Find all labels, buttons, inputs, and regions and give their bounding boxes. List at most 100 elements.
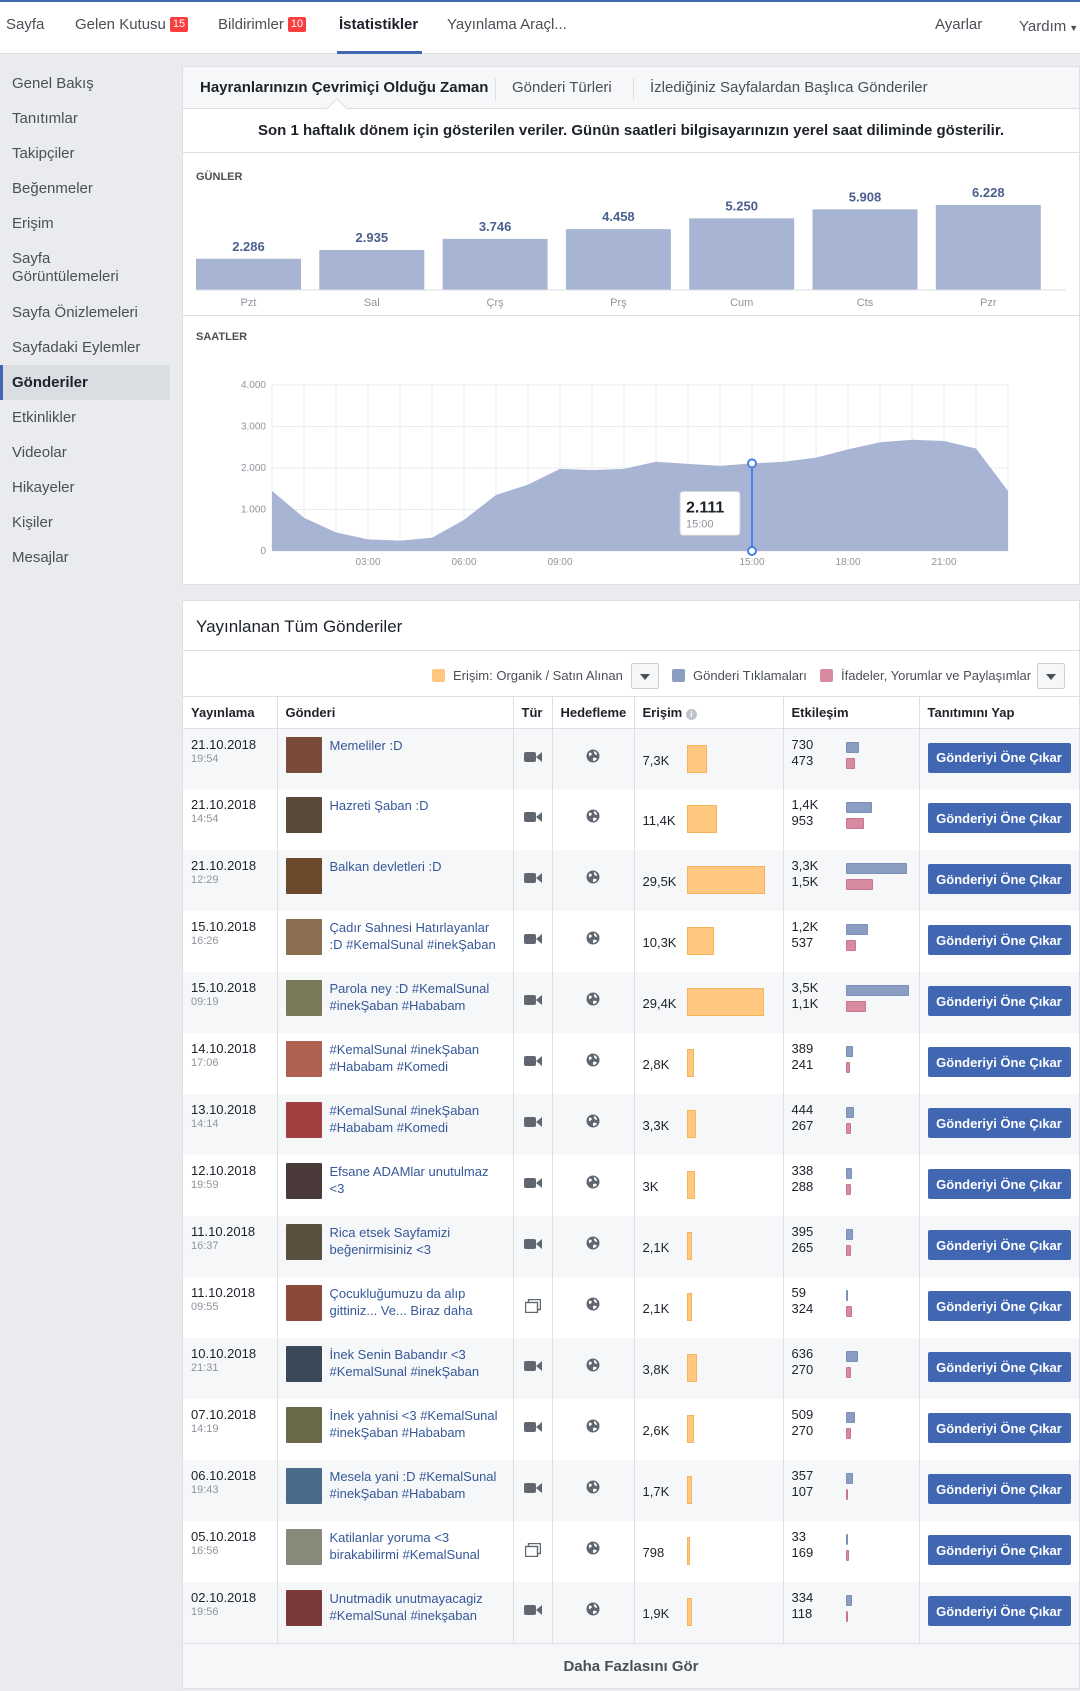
- boost-post-button[interactable]: Gönderiyi Öne Çıkar: [927, 1413, 1071, 1443]
- col-promote[interactable]: Tanıtımını Yap: [919, 697, 1079, 729]
- boost-post-button[interactable]: Gönderiyi Öne Çıkar: [927, 803, 1071, 833]
- table-row[interactable]: 10.10.2018 21:31 İnek Senin Babandır <3 #K…: [183, 1338, 1079, 1399]
- reach-dropdown[interactable]: [631, 663, 659, 689]
- col-type[interactable]: Tür: [513, 697, 553, 729]
- sidebar-item-reach[interactable]: Erişim: [0, 206, 170, 241]
- post-thumbnail[interactable]: [285, 980, 322, 1016]
- table-row[interactable]: 11.10.2018 09:55 Çocukluğumuzu da alıp git…: [183, 1277, 1079, 1338]
- boost-post-button[interactable]: Gönderiyi Öne Çıkar: [927, 1535, 1071, 1565]
- see-more-button[interactable]: Daha Fazlasını Gör: [183, 1643, 1079, 1688]
- col-reach[interactable]: Erişim i: [634, 697, 784, 729]
- day-bar[interactable]: [196, 258, 301, 290]
- boost-post-button[interactable]: Gönderiyi Öne Çıkar: [927, 925, 1071, 955]
- post-thumbnail[interactable]: [285, 1224, 322, 1260]
- post-cell[interactable]: Mesela yani :D #KemalSunal #inekŞaban #H…: [277, 1460, 514, 1521]
- boost-post-button[interactable]: Gönderiyi Öne Çıkar: [927, 1169, 1071, 1199]
- day-bar[interactable]: [935, 205, 1041, 290]
- sidebar-item-messages[interactable]: Mesajlar: [0, 540, 170, 575]
- boost-post-button[interactable]: Gönderiyi Öne Çıkar: [927, 1047, 1071, 1077]
- tab-fans-online[interactable]: Hayranlarınızın Çevrimiçi Olduğu Zaman: [200, 79, 488, 96]
- boost-post-button[interactable]: Gönderiyi Öne Çıkar: [927, 742, 1071, 773]
- post-thumbnail[interactable]: [285, 1346, 322, 1382]
- sidebar-item-stories[interactable]: Hikayeler: [0, 470, 170, 505]
- boost-post-button[interactable]: Gönderiyi Öne Çıkar: [927, 1596, 1071, 1626]
- post-cell[interactable]: Çocukluğumuzu da alıp gittiniz... Ve... …: [277, 1277, 514, 1338]
- table-row[interactable]: 21.10.2018 19:54 Memeliler :D 7,3K 730 473 Gön…: [183, 728, 1079, 789]
- nav-settings[interactable]: Ayarlar: [935, 16, 982, 33]
- sidebar-item-likes[interactable]: Beğenmeler: [0, 171, 170, 206]
- post-thumbnail[interactable]: [285, 1590, 322, 1626]
- post-thumbnail[interactable]: [285, 736, 322, 773]
- day-bar[interactable]: [812, 209, 918, 290]
- boost-post-button[interactable]: Gönderiyi Öne Çıkar: [927, 1291, 1071, 1321]
- post-cell[interactable]: İnek yahnisi <3 #KemalSunal #inekŞaban #…: [277, 1399, 514, 1460]
- table-row[interactable]: 13.10.2018 14:14 #KemalSunal #inekŞaban #H…: [183, 1094, 1079, 1155]
- day-bar[interactable]: [442, 238, 548, 290]
- table-row[interactable]: 15.10.2018 16:26 Çadır Sahnesi Hatırlayanl…: [183, 911, 1079, 972]
- post-thumbnail[interactable]: [285, 1407, 322, 1443]
- post-cell[interactable]: Balkan devletleri :D: [277, 850, 514, 911]
- table-row[interactable]: 05.10.2018 16:56 Katilanlar yoruma <3 bira…: [183, 1521, 1079, 1582]
- tab-top-posts-watched[interactable]: İzlediğiniz Sayfalardan Başlıca Gönderil…: [650, 79, 928, 96]
- table-row[interactable]: 11.10.2018 16:37 Rica etsek Sayfamizi beğe…: [183, 1216, 1079, 1277]
- col-engagement[interactable]: Etkileşim: [783, 697, 920, 729]
- day-bar[interactable]: [689, 218, 795, 290]
- nav-inbox[interactable]: Gelen Kutusu 15: [75, 16, 189, 33]
- nav-help[interactable]: Yardım ▼: [1019, 18, 1078, 35]
- post-thumbnail[interactable]: [285, 1468, 322, 1504]
- post-cell[interactable]: Memeliler :D: [277, 728, 514, 789]
- post-thumbnail[interactable]: [285, 1163, 322, 1199]
- boost-post-button[interactable]: Gönderiyi Öne Çıkar: [927, 986, 1071, 1016]
- post-cell[interactable]: Rica etsek Sayfamizi beğenirmisiniz <3: [277, 1216, 514, 1277]
- col-targeting[interactable]: Hedefleme: [552, 697, 635, 729]
- table-row[interactable]: 15.10.2018 09:19 Parola ney :D #KemalSunal…: [183, 972, 1079, 1033]
- engagement-dropdown[interactable]: [1037, 663, 1065, 689]
- sidebar-item-page-views[interactable]: Sayfa Görüntülemeleri: [0, 241, 170, 295]
- table-row[interactable]: 07.10.2018 14:19 İnek yahnisi <3 #KemalSun…: [183, 1399, 1079, 1460]
- post-thumbnail[interactable]: [285, 1041, 322, 1077]
- post-cell[interactable]: İnek Senin Babandır <3 #KemalSunal #inek…: [277, 1338, 514, 1399]
- post-cell[interactable]: Unutmadik unutmayacagiz #KemalSunal #ine…: [277, 1582, 514, 1643]
- nav-insights[interactable]: İstatistikler: [339, 16, 418, 33]
- table-row[interactable]: 12.10.2018 19:59 Efsane ADAMlar unutulmaz …: [183, 1155, 1079, 1216]
- sidebar-item-events[interactable]: Etkinlikler: [0, 400, 170, 435]
- table-row[interactable]: 14.10.2018 17:06 #KemalSunal #inekŞaban #H…: [183, 1033, 1079, 1094]
- post-thumbnail[interactable]: [285, 797, 322, 833]
- table-row[interactable]: 02.10.2018 19:56 Unutmadik unutmayacagiz #…: [183, 1582, 1079, 1643]
- sidebar-item-overview[interactable]: Genel Bakış: [0, 66, 170, 101]
- table-row[interactable]: 21.10.2018 14:54 Hazreti Şaban :D 11,4K 1,4K…: [183, 789, 1079, 850]
- sidebar-item-promotions[interactable]: Tanıtımlar: [0, 101, 170, 136]
- col-published[interactable]: Yayınlama: [183, 697, 278, 729]
- post-cell[interactable]: Çadır Sahnesi Hatırlayanlar :D #KemalSun…: [277, 911, 514, 972]
- sidebar-item-actions-on-page[interactable]: Sayfadaki Eylemler: [0, 330, 170, 365]
- nav-notifications[interactable]: Bildirimler 10: [218, 16, 307, 33]
- day-bar[interactable]: [565, 229, 671, 290]
- sidebar-item-posts[interactable]: Gönderiler: [0, 365, 170, 400]
- table-row[interactable]: 06.10.2018 19:43 Mesela yani :D #KemalSuna…: [183, 1460, 1079, 1521]
- hover-point[interactable]: [747, 458, 757, 469]
- sidebar-item-page-previews[interactable]: Sayfa Önizlemeleri: [0, 295, 170, 330]
- post-thumbnail[interactable]: [285, 1285, 322, 1321]
- sidebar-item-videos[interactable]: Videolar: [0, 435, 170, 470]
- info-icon[interactable]: i: [685, 708, 697, 720]
- boost-post-button[interactable]: Gönderiyi Öne Çıkar: [927, 1474, 1071, 1504]
- post-cell[interactable]: Katilanlar yoruma <3 birakabilirmi #Kema…: [277, 1521, 514, 1582]
- post-thumbnail[interactable]: [285, 1529, 322, 1565]
- boost-post-button[interactable]: Gönderiyi Öne Çıkar: [927, 864, 1071, 894]
- nav-publishing-tools[interactable]: Yayınlama Araçl...: [447, 16, 567, 33]
- nav-sayfa[interactable]: Sayfa: [6, 16, 44, 33]
- day-bar[interactable]: [319, 249, 425, 290]
- post-cell[interactable]: #KemalSunal #inekŞaban #Hababam #Komedi: [277, 1033, 514, 1094]
- post-cell[interactable]: Hazreti Şaban :D: [277, 789, 514, 850]
- table-row[interactable]: 21.10.2018 12:29 Balkan devletleri :D 29,5K…: [183, 850, 1079, 911]
- post-thumbnail[interactable]: [285, 919, 322, 955]
- post-thumbnail[interactable]: [285, 858, 322, 894]
- tab-post-types[interactable]: Gönderi Türleri: [512, 79, 612, 96]
- post-cell[interactable]: Parola ney :D #KemalSunal #inekŞaban #Ha…: [277, 972, 514, 1033]
- post-cell[interactable]: Efsane ADAMlar unutulmaz <3: [277, 1155, 514, 1216]
- sidebar-item-followers[interactable]: Takipçiler: [0, 136, 170, 171]
- boost-post-button[interactable]: Gönderiyi Öne Çıkar: [927, 1352, 1071, 1382]
- post-thumbnail[interactable]: [285, 1102, 322, 1138]
- col-post[interactable]: Gönderi: [277, 697, 514, 729]
- boost-post-button[interactable]: Gönderiyi Öne Çıkar: [927, 1230, 1071, 1260]
